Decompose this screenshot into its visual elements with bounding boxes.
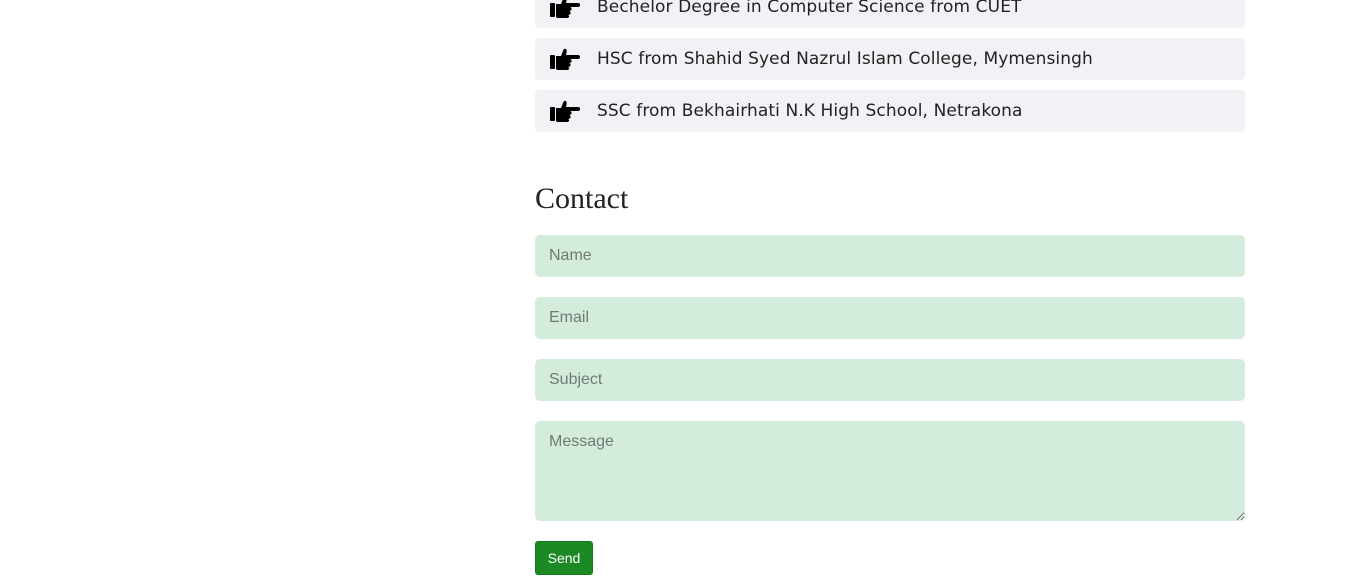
pointing-hand-icon <box>549 98 581 124</box>
send-button[interactable]: Send <box>535 541 593 575</box>
subject-input[interactable] <box>535 359 1245 401</box>
education-item: HSC from Shahid Syed Nazrul Islam Colleg… <box>535 38 1245 80</box>
contact-form: Send <box>535 235 1245 575</box>
education-item: SSC from Bekhairhati N.K High School, Ne… <box>535 90 1245 132</box>
name-input[interactable] <box>535 235 1245 277</box>
education-item: Bechelor Degree in Computer Science from… <box>535 0 1245 28</box>
message-textarea[interactable] <box>535 421 1245 521</box>
email-input[interactable] <box>535 297 1245 339</box>
education-list: Bechelor Degree in Computer Science from… <box>535 0 1245 142</box>
education-text: Bechelor Degree in Computer Science from… <box>597 0 1022 17</box>
education-text: HSC from Shahid Syed Nazrul Islam Colleg… <box>597 49 1093 69</box>
pointing-hand-icon <box>549 0 581 20</box>
pointing-hand-icon <box>549 46 581 72</box>
education-text: SSC from Bekhairhati N.K High School, Ne… <box>597 101 1023 121</box>
contact-heading: Contact <box>535 182 629 215</box>
